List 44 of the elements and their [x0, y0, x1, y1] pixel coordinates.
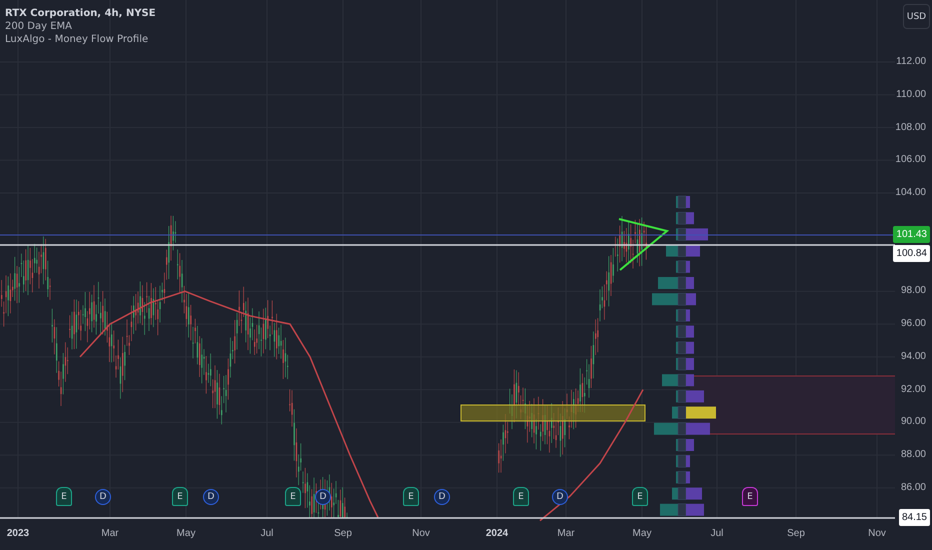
earnings-marker[interactable]: E	[56, 487, 72, 506]
dividend-marker[interactable]: D	[552, 489, 568, 505]
currency-button[interactable]: USD	[903, 4, 930, 29]
price-tick: 94.00	[900, 350, 926, 364]
price-tick: 88.00	[900, 448, 926, 462]
ema-price-label: 100.84	[893, 245, 930, 262]
dividend-marker[interactable]: D	[95, 489, 111, 505]
price-tick: 96.00	[900, 317, 926, 332]
price-label: 84.15	[898, 509, 930, 526]
triangle-pattern-drawing	[618, 218, 670, 271]
time-label: Nov	[411, 528, 431, 539]
dividend-marker[interactable]: D	[203, 489, 219, 505]
price-tick: 108.00	[895, 120, 926, 135]
symbol-title: RTX Corporation, 4h, NYSE	[5, 8, 156, 19]
time-label: Jul	[710, 528, 724, 539]
price-tick: 90.00	[900, 415, 926, 430]
dividend-marker[interactable]: D	[434, 489, 450, 505]
time-label: 2023	[6, 528, 30, 539]
earnings-marker[interactable]: E	[285, 487, 301, 506]
price-tick: 86.00	[900, 480, 926, 495]
time-label: Jul	[260, 528, 274, 539]
price-tick: 110.00	[896, 88, 926, 102]
indicator-label: LuxAlgo - Money Flow Profile	[5, 34, 150, 45]
last-price-label: 101.43	[893, 226, 930, 243]
earnings-marker[interactable]: E	[742, 487, 758, 506]
earnings-marker[interactable]: E	[513, 487, 529, 506]
price-tick: 112.00	[896, 55, 926, 69]
time-label: Nov	[867, 528, 887, 539]
time-label: Mar	[556, 528, 576, 539]
time-label: Sep	[786, 528, 806, 539]
earnings-marker[interactable]: E	[632, 487, 648, 506]
indicator-label: 200 Day EMA	[5, 21, 73, 32]
time-label: May	[632, 528, 652, 539]
time-label: 2024	[484, 528, 510, 539]
price-tick: 104.00	[895, 186, 926, 200]
earnings-marker[interactable]: E	[403, 487, 419, 506]
time-label: May	[176, 528, 196, 539]
dividend-marker[interactable]: D	[315, 489, 331, 505]
time-label: Sep	[333, 528, 353, 539]
price-tick: 92.00	[900, 382, 926, 397]
earnings-marker[interactable]: E	[172, 487, 188, 506]
price-tick: 106.00	[895, 153, 926, 168]
price-tick: 98.00	[900, 284, 926, 298]
time-label: Mar	[100, 528, 120, 539]
